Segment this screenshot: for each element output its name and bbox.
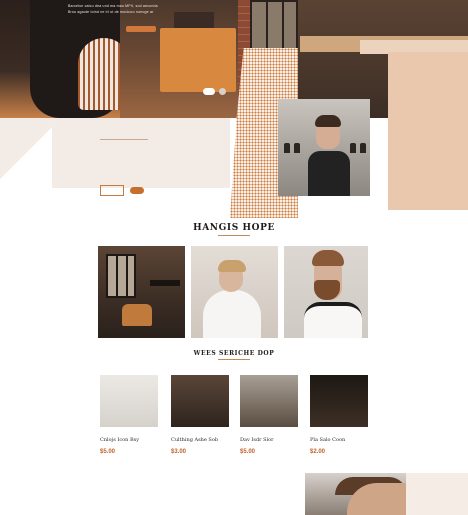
service-image [240,375,298,427]
lamp-icon [350,143,356,153]
service-card[interactable]: Pla Salo Coon $2.00 [310,375,368,455]
service-name: Dav Isdr Slor [240,437,274,443]
slider-dot-active[interactable] [203,88,215,95]
hero-text-block: Barcelon calcu dea und ma mau MPII, sod … [68,3,238,15]
barber-cape [203,290,261,338]
about-accent-panel [388,52,468,210]
service-name: Culthing Ashe Sob [171,437,219,443]
hero-line-2: Brou agaute tolnd ne lrl ot de muiduco n… [68,10,154,14]
shop-shelf [150,280,180,286]
service-price: $5.00 [240,449,256,455]
hero-cta-button[interactable] [126,26,156,32]
about-wedge [0,118,52,188]
services-title-rule [218,359,250,360]
gallery-title-rule [218,235,250,236]
slider-dot[interactable] [219,88,226,95]
shop-chair [122,304,152,326]
man-coat [304,302,362,338]
about-portrait [278,99,370,196]
about-buttons [100,185,144,196]
service-price: $3.00 [171,449,187,455]
bottom-feature-image [305,473,406,515]
gallery-image-shop[interactable] [98,246,185,338]
services-title: WEES SERICHE DOP [193,350,275,357]
gallery-image-bearded-man[interactable] [284,246,368,338]
about-copy [100,136,212,154]
service-image [310,375,368,427]
service-image [171,375,229,427]
hero-counter [160,28,236,92]
service-name: Cnlojs Icon Bsy [100,437,140,443]
about-divider [100,139,148,140]
bottom-beige-panel [406,473,468,515]
service-card[interactable]: Cnlojs Icon Bsy $5.00 [100,375,158,455]
about-solid-button[interactable] [130,187,144,194]
service-name: Pla Salo Coon [310,437,346,443]
lamp-icon [360,143,366,153]
lamp-icon [284,143,290,153]
client-hair [218,260,246,272]
service-price: $2.00 [310,449,326,455]
man-hair [312,250,344,266]
service-card[interactable]: Culthing Ashe Sob $3.00 [171,375,229,455]
service-image [100,375,158,427]
lamp-icon [294,143,300,153]
service-price: $5.00 [100,449,116,455]
gallery-title: HANGIS HOPE [193,223,275,233]
hero-window [250,0,298,50]
gallery-image-haircut[interactable] [191,246,278,338]
about-outline-button[interactable] [100,185,124,196]
service-card[interactable]: Dav Isdr Slor $5.00 [240,375,298,455]
hero-slider-dots [203,88,226,95]
portrait-body [308,151,350,196]
shop-window [106,254,136,298]
portrait-hair [315,115,341,127]
